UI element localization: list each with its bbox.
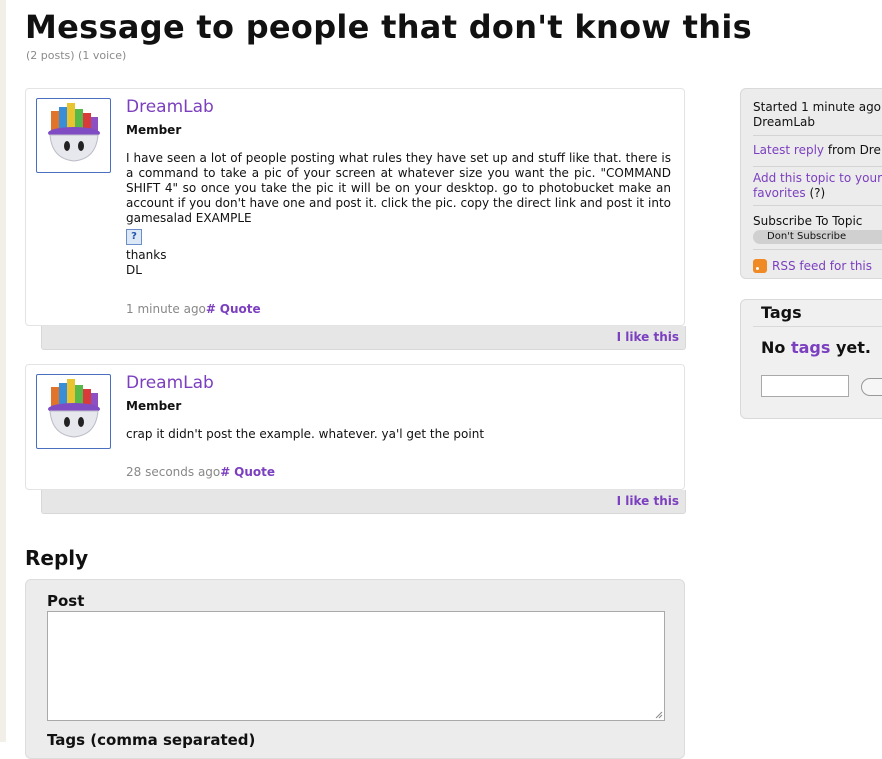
reply-form: Post Tags (comma separated) <box>25 579 685 759</box>
quote-link[interactable]: Quote <box>234 465 275 479</box>
post-body: crap it didn't post the example. whateve… <box>126 427 485 441</box>
divider <box>753 135 882 136</box>
topic-info-panel: Started 1 minute ago DreamLab Latest rep… <box>740 88 882 279</box>
divider <box>753 249 882 250</box>
post-2-actions-bar: I like this <box>41 490 686 514</box>
tags-link[interactable]: tags <box>791 338 830 357</box>
latest-reply-from: from Dre <box>824 143 881 157</box>
resize-handle-icon[interactable] <box>655 711 663 719</box>
avatar[interactable] <box>36 98 111 173</box>
no-tags-prefix: No <box>761 338 791 357</box>
favorites-info: Add this topic to your favorites (?) <box>753 171 882 201</box>
subscribe-select[interactable]: Don't Subscribe <box>753 230 882 244</box>
author-role: Member <box>126 123 182 137</box>
post-time: 28 seconds ago <box>126 465 221 479</box>
latest-reply-link[interactable]: Latest reply <box>753 143 824 157</box>
no-tags-suffix: yet. <box>830 338 871 357</box>
post-closing-signature: DL <box>126 263 142 277</box>
tags-panel: Tags No tags yet. <box>740 299 882 419</box>
broken-image-icon[interactable]: ? <box>126 229 142 245</box>
subscribe-info: Subscribe To Topic <box>753 214 882 229</box>
latest-reply-info: Latest reply from Dre <box>753 143 882 158</box>
divider <box>753 326 882 327</box>
rss-feed-link[interactable]: RSS feed for this <box>772 259 872 273</box>
post-body: I have seen a lot of people posting what… <box>126 151 671 278</box>
started-line: Started 1 minute ago <box>753 100 882 114</box>
started-author: DreamLab <box>753 115 815 129</box>
gamesalad-bowl-icon <box>48 103 100 162</box>
post-author-link[interactable]: DreamLab <box>126 97 214 117</box>
author-role: Member <box>126 399 182 413</box>
no-tags-text: No tags yet. <box>761 338 871 357</box>
favorites-help[interactable]: (?) <box>806 186 825 200</box>
gamesalad-bowl-icon <box>48 379 100 438</box>
post-field-label: Post <box>47 592 85 610</box>
add-tag-button[interactable] <box>861 378 882 396</box>
add-favorites-link-line2[interactable]: favorites <box>753 186 806 200</box>
quote-link[interactable]: Quote <box>220 302 261 316</box>
divider <box>753 166 882 167</box>
post-timestamp: 28 seconds ago# Quote <box>126 465 275 479</box>
reply-heading: Reply <box>25 546 89 570</box>
add-favorites-link-line1[interactable]: Add this topic to your <box>753 171 882 185</box>
left-edge <box>0 0 6 742</box>
subscribe-label: Subscribe To Topic <box>753 214 863 228</box>
permalink-link[interactable]: # <box>206 302 216 316</box>
tag-input[interactable] <box>761 375 849 397</box>
permalink-link[interactable]: # <box>220 465 230 479</box>
tags-heading: Tags <box>761 303 802 322</box>
post-author-link[interactable]: DreamLab <box>126 373 214 393</box>
avatar[interactable] <box>36 374 111 449</box>
topic-meta: (2 posts) (1 voice) <box>26 49 127 62</box>
post-textarea[interactable] <box>47 611 665 721</box>
post-1: DreamLab Member I have seen a lot of peo… <box>25 88 685 326</box>
post-timestamp: 1 minute ago# Quote <box>126 302 261 316</box>
rss-info: RSS feed for this <box>753 259 882 274</box>
rss-icon[interactable] <box>753 259 767 273</box>
like-button[interactable]: I like this <box>617 494 679 508</box>
post-closing-thanks: thanks <box>126 248 167 262</box>
post-body-text: I have seen a lot of people posting what… <box>126 151 671 225</box>
post-2: DreamLab Member crap it didn't post the … <box>25 364 685 490</box>
tags-field-label: Tags (comma separated) <box>47 731 256 749</box>
like-button[interactable]: I like this <box>617 330 679 344</box>
post-1-actions-bar: I like this <box>41 326 686 350</box>
started-info: Started 1 minute ago DreamLab <box>753 100 882 130</box>
page-title: Message to people that don't know this <box>25 8 752 46</box>
divider <box>753 205 882 206</box>
post-time: 1 minute ago <box>126 302 206 316</box>
